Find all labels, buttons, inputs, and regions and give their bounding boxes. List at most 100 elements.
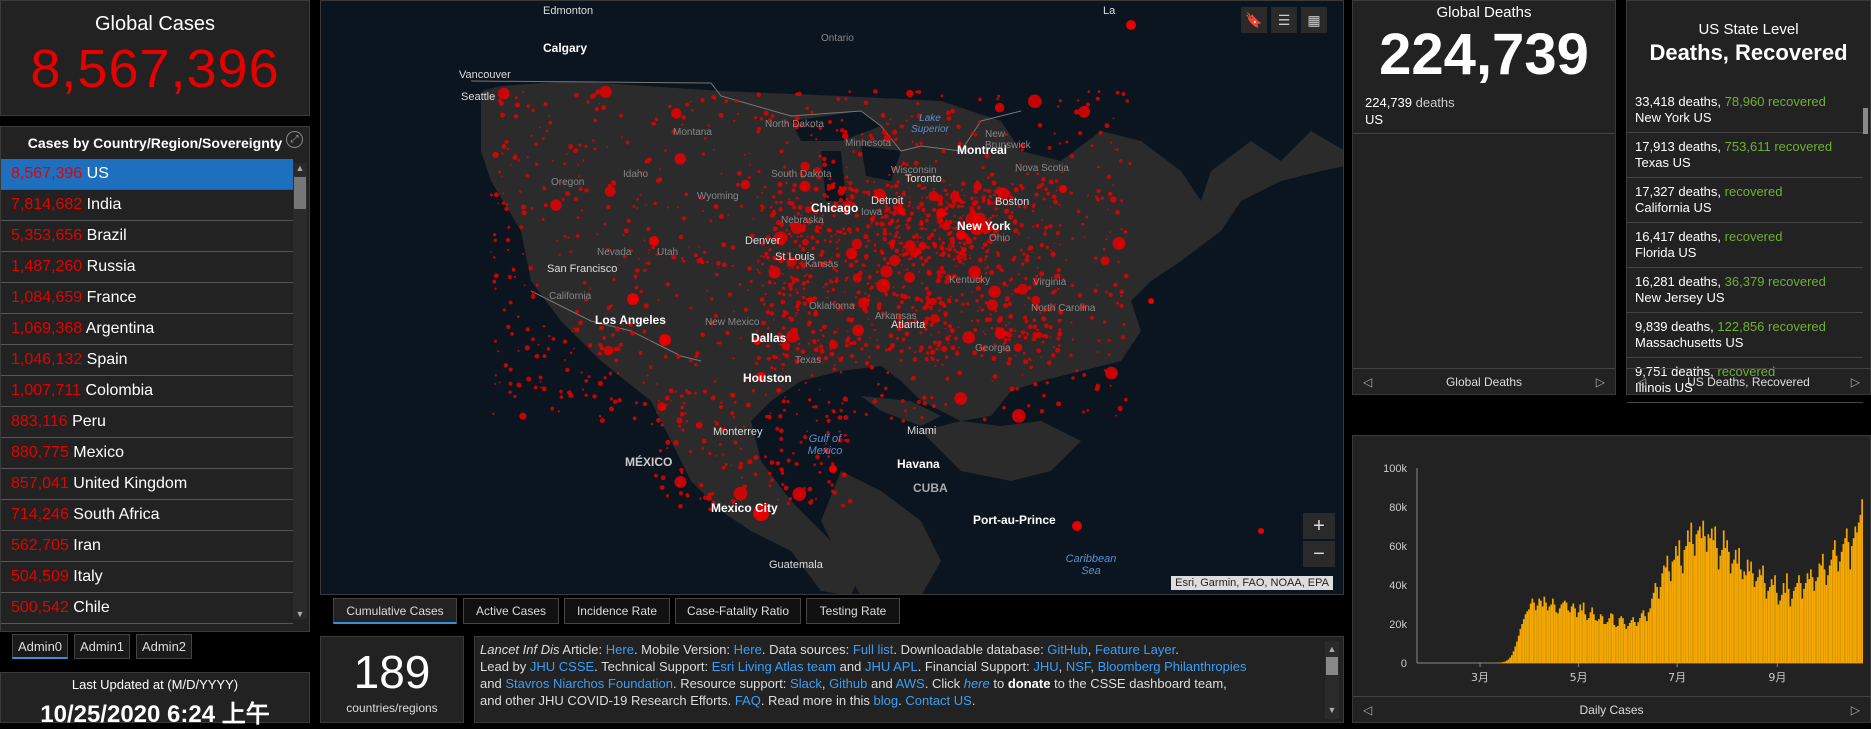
us-state-row[interactable]: 16,281 deaths, 36,379 recoveredNew Jerse… (1627, 268, 1863, 313)
article-link[interactable]: Here (606, 642, 634, 657)
scroll-up-icon[interactable]: ▲ (1325, 641, 1339, 658)
map-view[interactable]: Edmonton Calgary Vancouver Seattle Ontar… (320, 0, 1344, 595)
case-dot (618, 264, 620, 266)
zoom-out-button[interactable]: − (1303, 541, 1335, 567)
next-icon[interactable]: ▷ (1851, 697, 1860, 723)
country-name: Chile (73, 599, 109, 616)
us-states-scrollbar[interactable] (1863, 88, 1869, 358)
full-list-link[interactable]: Full list (853, 642, 893, 657)
daily-cases-bar (1704, 536, 1706, 663)
country-row[interactable]: 562,705 Iran (1, 531, 293, 562)
country-row[interactable]: 1,084,659 France (1, 283, 293, 314)
contact-link[interactable]: Contact US (905, 693, 971, 708)
us-state-row[interactable]: 33,418 deaths, 78,960 recoveredNew York … (1627, 88, 1863, 133)
info-text: . Data sources: (762, 642, 853, 657)
us-state-row[interactable]: 9,839 deaths, 122,856 recoveredMassachus… (1627, 313, 1863, 358)
case-dot (890, 242, 895, 247)
case-dot (685, 412, 687, 414)
here-link[interactable]: here (964, 676, 990, 691)
stavros-link[interactable]: Stavros Niarchos Foundation (505, 676, 673, 691)
tab-admin0[interactable]: Admin0 (12, 634, 68, 659)
country-row[interactable]: 500,542 Chile (1, 593, 293, 624)
country-list-scrollbar[interactable]: ▲ ▼ (293, 163, 307, 619)
scroll-thumb[interactable] (1326, 657, 1338, 675)
basemap-gallery-icon[interactable]: ▦ (1301, 7, 1327, 33)
tab-admin2[interactable]: Admin2 (136, 634, 192, 659)
jhu-csse-link[interactable]: JHU CSSE (530, 659, 594, 674)
us-state-row[interactable]: 16,417 deaths, recoveredFlorida US (1627, 223, 1863, 268)
legend-list-icon[interactable]: ☰ (1271, 7, 1297, 33)
aws-link[interactable]: AWS (896, 676, 925, 691)
map-label-georgia: Georgia (975, 343, 1011, 354)
case-dot (658, 400, 660, 402)
case-dot (935, 365, 937, 367)
daily-cases-bar (1639, 618, 1641, 663)
bloomberg-link[interactable]: Bloomberg Philanthropies (1098, 659, 1247, 674)
next-icon[interactable]: ▷ (1851, 369, 1860, 395)
prev-icon[interactable]: ◁ (1363, 697, 1372, 723)
state-place: Massachusetts US (1635, 335, 1863, 351)
prev-icon[interactable]: ◁ (1637, 369, 1646, 395)
feature-layer-link[interactable]: Feature Layer (1095, 642, 1175, 657)
case-dot (493, 233, 496, 236)
faq-link[interactable]: FAQ (735, 693, 761, 708)
nsf-link[interactable]: NSF (1066, 659, 1091, 674)
scroll-thumb[interactable] (294, 177, 306, 209)
case-dot (688, 246, 690, 248)
scroll-down-icon[interactable]: ▼ (293, 609, 307, 619)
us-state-row[interactable]: 17,327 deaths, recoveredCalifornia US (1627, 178, 1863, 223)
case-dot (654, 474, 658, 478)
country-row[interactable]: 7,814,682 India (1, 190, 293, 221)
scroll-up-icon[interactable]: ▲ (293, 163, 307, 173)
prev-icon[interactable]: ◁ (1363, 369, 1372, 395)
country-row[interactable]: 714,246 South Africa (1, 500, 293, 531)
bookmark-icon[interactable]: 🔖 (1241, 7, 1267, 33)
case-dot (619, 343, 623, 347)
tab-testing-rate[interactable]: Testing Rate (806, 598, 900, 624)
case-dot (796, 197, 799, 200)
next-icon[interactable]: ▷ (1596, 369, 1605, 395)
country-row[interactable]: 1,487,260 Russia (1, 252, 293, 283)
case-dot (550, 199, 561, 210)
scroll-thumb[interactable] (1863, 108, 1868, 134)
tab-admin1[interactable]: Admin1 (74, 634, 130, 659)
country-row[interactable]: 504,509 Italy (1, 562, 293, 593)
tab-active-cases[interactable]: Active Cases (463, 598, 559, 624)
jhu-apl-link[interactable]: JHU APL (865, 659, 918, 674)
case-dot (983, 189, 986, 192)
country-row[interactable]: 857,041 United Kingdom (1, 469, 293, 500)
expand-icon[interactable]: ⤢ (286, 131, 303, 148)
country-row[interactable]: 1,046,132 Spain (1, 345, 293, 376)
tab-incidence-rate[interactable]: Incidence Rate (564, 598, 670, 624)
tab-cumulative-cases[interactable]: Cumulative Cases (333, 598, 457, 624)
case-dot (1046, 381, 1049, 384)
case-dot (796, 300, 801, 305)
blog-link[interactable]: blog (874, 693, 899, 708)
daily-cases-bar (1637, 622, 1639, 663)
us-state-row[interactable]: 17,913 deaths, 753,611 recoveredTexas US (1627, 133, 1863, 178)
country-row[interactable]: 8,567,396 US (1, 159, 293, 190)
country-row[interactable]: 883,116 Peru (1, 407, 293, 438)
country-row[interactable]: 1,007,711 Colombia (1, 376, 293, 407)
mobile-link[interactable]: Here (734, 642, 762, 657)
case-dot (762, 285, 764, 287)
case-dot (570, 351, 573, 354)
esri-link[interactable]: Esri Living Atlas team (712, 659, 836, 674)
country-row[interactable]: 1,069,368 Argentina (1, 314, 293, 345)
github-link[interactable]: GitHub (1047, 642, 1087, 657)
case-dot (1011, 211, 1014, 214)
daily-cases-bar (1508, 659, 1510, 663)
slack-link[interactable]: Slack (790, 676, 822, 691)
daily-cases-bar (1723, 530, 1725, 663)
tab-case-fatality-ratio[interactable]: Case-Fatality Ratio (675, 598, 801, 624)
jhu-link[interactable]: JHU (1033, 659, 1058, 674)
country-row[interactable]: 5,353,656 Brazil (1, 221, 293, 252)
zoom-in-button[interactable]: + (1303, 513, 1335, 539)
case-dot (718, 341, 721, 344)
github2-link[interactable]: Github (829, 676, 867, 691)
case-dot (605, 186, 616, 197)
scroll-down-icon[interactable]: ▼ (1325, 702, 1339, 719)
info-scrollbar[interactable]: ▲ ▼ (1325, 641, 1339, 719)
country-row[interactable]: 880,775 Mexico (1, 438, 293, 469)
case-dot (836, 97, 840, 101)
